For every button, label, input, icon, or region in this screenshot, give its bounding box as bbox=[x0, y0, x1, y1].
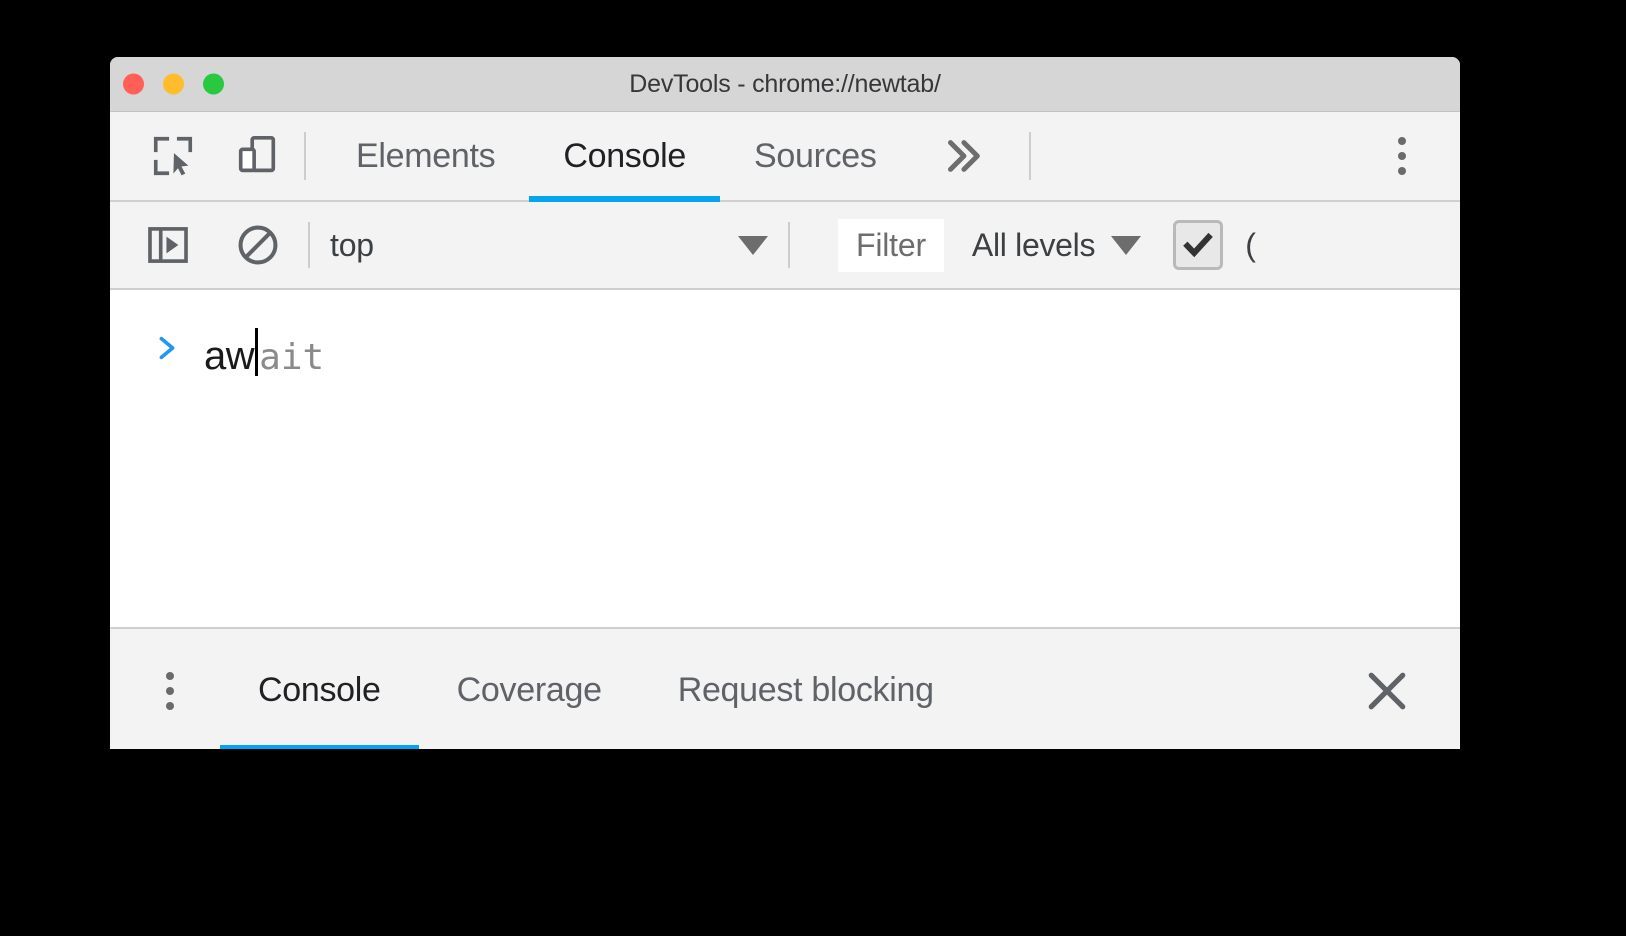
devtools-drawer: Console Coverage Request blocking bbox=[110, 629, 1460, 749]
drawer-tab-console[interactable]: Console bbox=[220, 629, 419, 749]
kebab-dot bbox=[1398, 137, 1406, 145]
kebab-dot bbox=[166, 671, 174, 680]
tab-sources[interactable]: Sources bbox=[720, 112, 911, 200]
close-icon[interactable] bbox=[1352, 656, 1422, 726]
console-toolbar-divider-2 bbox=[788, 222, 790, 268]
console-toolbar: top Filter All levels ( bbox=[110, 202, 1460, 290]
tab-elements[interactable]: Elements bbox=[322, 112, 529, 200]
drawer-tab-coverage[interactable]: Coverage bbox=[419, 629, 640, 749]
inspect-element-icon[interactable] bbox=[142, 125, 204, 187]
device-toolbar-icon[interactable] bbox=[226, 125, 288, 187]
tab-console-label: Console bbox=[563, 136, 686, 175]
drawer-tab-coverage-label: Coverage bbox=[456, 671, 602, 709]
drawer-tab-request-blocking-label: Request blocking bbox=[677, 671, 934, 709]
console-message-area[interactable]: aw ait bbox=[110, 290, 1460, 629]
checkmark-icon bbox=[1183, 232, 1214, 258]
kebab-dot bbox=[1398, 152, 1406, 160]
screen-root: DevTools - chrome://newtab/ Elements Con… bbox=[0, 0, 1626, 936]
prompt-chevron-icon bbox=[150, 331, 184, 365]
console-prompt-row[interactable]: aw ait bbox=[110, 290, 1460, 384]
drawer-kebab-menu-icon[interactable] bbox=[142, 660, 198, 722]
log-level-value: All levels bbox=[971, 226, 1096, 263]
console-typed-text: aw bbox=[204, 333, 255, 378]
devtools-window: DevTools - chrome://newtab/ Elements Con… bbox=[110, 57, 1460, 749]
window-close-button[interactable] bbox=[123, 73, 144, 95]
group-similar-checkbox[interactable] bbox=[1173, 220, 1224, 270]
tab-console[interactable]: Console bbox=[529, 112, 720, 202]
console-prompt-text[interactable]: aw ait bbox=[204, 321, 324, 376]
group-similar-label: ( bbox=[1245, 226, 1256, 263]
tab-sources-label: Sources bbox=[753, 136, 877, 175]
window-titlebar: DevTools - chrome://newtab/ bbox=[110, 57, 1460, 112]
execution-context-selector[interactable]: top bbox=[330, 227, 768, 264]
kebab-dot bbox=[166, 686, 174, 695]
console-autocomplete-suggestion: ait bbox=[259, 336, 325, 378]
window-controls bbox=[123, 73, 224, 95]
drawer-tab-request-blocking[interactable]: Request blocking bbox=[640, 629, 972, 749]
console-toolbar-divider-1 bbox=[308, 222, 310, 268]
log-level-selector[interactable]: All levels bbox=[971, 226, 1142, 264]
kebab-dot bbox=[1398, 167, 1406, 175]
checkbox-box bbox=[1173, 220, 1224, 270]
toolbar-divider-2 bbox=[1028, 132, 1031, 180]
chevron-down-icon bbox=[738, 235, 768, 255]
filter-input-placeholder: Filter bbox=[856, 226, 926, 263]
execution-context-value: top bbox=[330, 226, 374, 263]
filter-input[interactable]: Filter bbox=[838, 218, 944, 272]
kebab-menu-icon[interactable] bbox=[1374, 125, 1430, 187]
chevron-down-icon bbox=[1111, 235, 1142, 255]
devtools-main-toolbar: Elements Console Sources bbox=[110, 112, 1460, 202]
drawer-tab-console-label: Console bbox=[258, 671, 381, 709]
text-cursor bbox=[255, 327, 259, 376]
window-minimize-button[interactable] bbox=[163, 73, 184, 95]
kebab-dot bbox=[166, 701, 174, 710]
toolbar-divider-1 bbox=[304, 132, 306, 180]
window-title: DevTools - chrome://newtab/ bbox=[629, 69, 941, 98]
window-maximize-button[interactable] bbox=[203, 73, 224, 95]
clear-console-icon[interactable] bbox=[228, 215, 288, 275]
more-tabs-chevrons-icon[interactable] bbox=[911, 112, 1013, 200]
console-sidebar-toggle-icon[interactable] bbox=[138, 215, 198, 275]
tab-elements-label: Elements bbox=[356, 136, 496, 175]
